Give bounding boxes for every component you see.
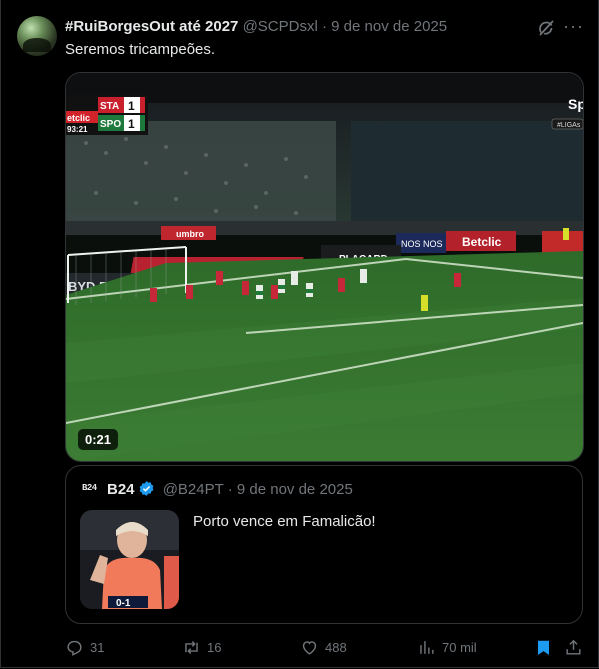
like-button[interactable]: 488 — [300, 636, 347, 658]
share-button[interactable] — [564, 636, 589, 658]
more-options-icon[interactable]: ··· — [563, 17, 583, 37]
video-duration: 0:21 — [78, 429, 119, 450]
quote-text: Porto vence em Famalicão! — [193, 513, 376, 530]
svg-text:NOS NOS: NOS NOS — [401, 239, 443, 249]
quote-thumbnail-image: 0-1 — [80, 510, 179, 609]
repost-button[interactable]: 16 — [182, 636, 221, 658]
share-icon — [566, 639, 581, 655]
views-button[interactable]: 70 mil — [417, 636, 477, 658]
verified-badge-icon — [139, 481, 153, 496]
separator-dot: · — [321, 18, 327, 35]
quote-thumb-score: 0-1 — [116, 598, 131, 609]
author-name[interactable]: #RuiBorgesOut até 2027 — [65, 18, 238, 35]
quoted-tweet[interactable]: B24 B24 @B24PT · 9 de nov de 2025 0-1 Po… — [65, 465, 583, 624]
score-clock: 93:21 — [67, 125, 88, 134]
svg-text:umbro: umbro — [176, 229, 205, 239]
reply-button[interactable]: 31 — [65, 636, 104, 658]
quote-header: B24 @B24PT · 9 de nov de 2025 — [107, 480, 353, 500]
broadcaster-tag: #LIGAs — [557, 122, 581, 129]
view-count: 70 mil — [442, 639, 477, 655]
video-player[interactable]: umbro Betclic NOS NOS Betano SAGRES PLAC… — [65, 72, 584, 462]
separator-dot: · — [227, 481, 233, 498]
analytics-icon — [420, 640, 434, 654]
tweet-header: #RuiBorgesOut até 2027 @SCPDsxl · 9 de n… — [65, 17, 447, 37]
score-value2: 1 — [128, 117, 135, 131]
tweet-text: Seremos tricampeões. — [65, 41, 216, 58]
heart-icon — [302, 640, 317, 655]
score-team1: STA — [100, 101, 119, 112]
quote-author-logo[interactable]: B24 — [82, 483, 100, 497]
score-sponsor: etclic — [67, 113, 90, 123]
video-frame: umbro Betclic NOS NOS Betano SAGRES PLAC… — [66, 73, 583, 461]
like-count: 488 — [325, 639, 347, 655]
repost-icon — [185, 640, 198, 654]
bookmark-icon — [537, 640, 550, 655]
svg-text:Betclic: Betclic — [462, 235, 502, 249]
author-avatar[interactable] — [17, 16, 57, 56]
grok-icon[interactable] — [536, 18, 556, 38]
broadcaster-logo: Sp — [568, 96, 583, 112]
tweet-actions: 31 16 488 70 mil — [65, 636, 585, 658]
score-value1: 1 — [128, 99, 135, 113]
quote-date[interactable]: 9 de nov de 2025 — [237, 481, 353, 498]
quote-thumbnail[interactable]: 0-1 — [80, 510, 179, 609]
quote-author-handle[interactable]: @B24PT — [163, 481, 224, 498]
bookmark-button[interactable] — [534, 636, 559, 658]
author-handle[interactable]: @SCPDsxl — [243, 18, 318, 35]
quote-author-name[interactable]: B24 — [107, 481, 135, 498]
reply-icon — [67, 640, 82, 656]
repost-count: 16 — [207, 639, 222, 655]
tweet-date[interactable]: 9 de nov de 2025 — [331, 18, 447, 35]
reply-count: 31 — [90, 639, 105, 655]
score-team2: SPO — [100, 119, 121, 130]
